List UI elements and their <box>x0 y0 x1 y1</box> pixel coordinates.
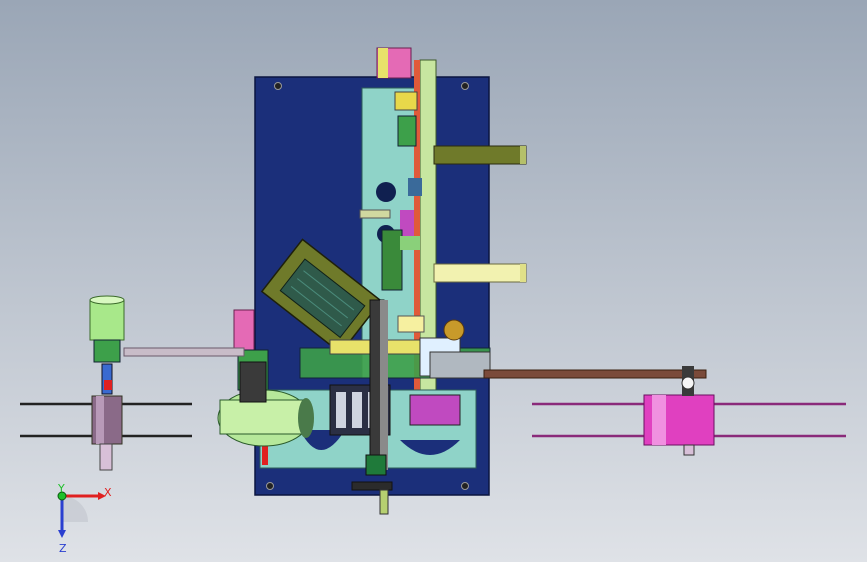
y-axis-label: Y <box>57 482 65 495</box>
coordinate-triad: X Y Z <box>57 482 112 555</box>
x-axis-label: X <box>104 486 112 499</box>
right-reel-assembly <box>429 351 846 456</box>
cad-viewport[interactable]: X Y Z <box>0 0 867 562</box>
z-axis-label: Z <box>59 542 67 555</box>
left-reel-assembly <box>20 295 245 471</box>
